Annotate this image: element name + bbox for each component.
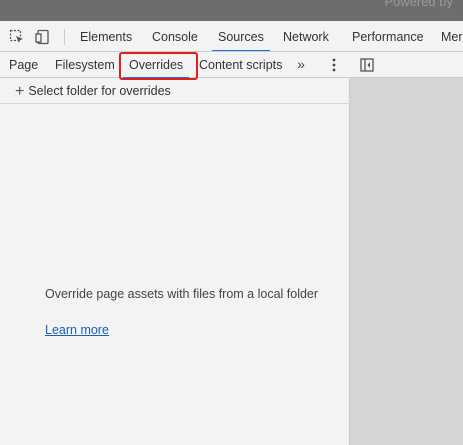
learn-more-link[interactable]: Learn more <box>45 323 109 337</box>
page-header-strip: Powered by <box>0 0 463 21</box>
plus-icon: + <box>15 83 25 100</box>
toggle-navigator-icon[interactable] <box>359 57 375 73</box>
device-toolbar-icon[interactable] <box>35 29 51 45</box>
overrides-toolbar: + Select folder for overrides <box>0 79 350 104</box>
subtab-filesystem[interactable]: Filesystem <box>55 52 115 78</box>
tab-elements[interactable]: Elements <box>80 21 132 51</box>
empty-state-message: Override page assets with files from a l… <box>45 287 319 301</box>
select-folder-button[interactable]: + Select folder for overrides <box>15 79 171 104</box>
overrides-highlight-box <box>119 52 198 80</box>
select-folder-label: Select folder for overrides <box>28 84 171 98</box>
devtools-tabbar: Elements Console Sources Network Perform… <box>0 21 463 52</box>
subtab-page[interactable]: Page <box>9 52 38 78</box>
tab-network[interactable]: Network <box>283 21 329 51</box>
tab-console[interactable]: Console <box>152 21 198 51</box>
tab-memory[interactable]: Mer <box>441 21 463 51</box>
sources-navigator: Page Filesystem Overrides Content script… <box>0 52 350 445</box>
tab-performance[interactable]: Performance <box>352 21 424 51</box>
subtab-content-scripts[interactable]: Content scripts <box>199 52 282 78</box>
editor-toolbar <box>350 52 463 78</box>
tab-sources[interactable]: Sources <box>212 21 270 51</box>
toolbar-divider <box>64 29 65 45</box>
more-tabs-icon[interactable]: » <box>293 56 309 74</box>
editor-pane <box>350 52 463 445</box>
kebab-menu-icon[interactable] <box>327 57 341 73</box>
powered-by-text: Powered by <box>384 0 453 9</box>
inspect-element-icon[interactable] <box>9 29 25 45</box>
navigator-tabbar: Page Filesystem Overrides Content script… <box>0 52 350 80</box>
